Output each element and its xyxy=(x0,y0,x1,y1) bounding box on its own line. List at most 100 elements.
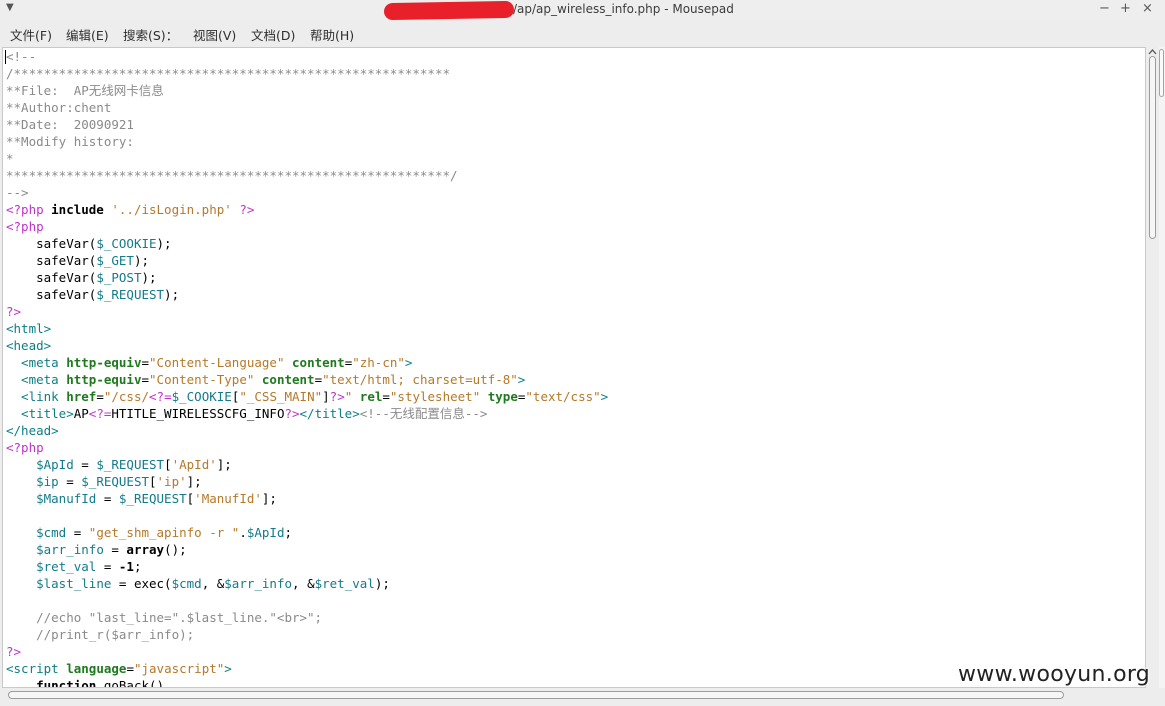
code-token: **File: AP无线网卡信息 xyxy=(6,83,164,98)
code-token: ); xyxy=(164,287,180,302)
code-line: **Modify history: xyxy=(6,133,608,150)
code-token: = xyxy=(96,389,104,404)
code-line: safeVar($_COOKIE); xyxy=(6,235,608,252)
horizontal-scrollbar[interactable] xyxy=(2,688,1146,702)
code-token: '../isLogin.php' xyxy=(111,202,232,217)
code-token: ); xyxy=(133,253,150,268)
horizontal-scroll-thumb[interactable] xyxy=(8,691,1064,699)
code-token: <?= xyxy=(149,389,172,404)
code-token: **Author:chent xyxy=(6,100,112,115)
code-token: AP xyxy=(73,406,89,421)
code-token: = xyxy=(66,525,89,540)
side-scroll-thumb[interactable] xyxy=(1159,49,1164,97)
code-token: $ret_val xyxy=(36,559,97,574)
code-token: $ip xyxy=(36,474,59,489)
code-token: ?> xyxy=(6,644,22,659)
code-token: = xyxy=(96,559,119,574)
code-token: = xyxy=(58,474,82,489)
code-token: content xyxy=(292,355,345,370)
code-token: $cmd xyxy=(171,576,202,591)
code-token: ?> xyxy=(329,389,345,404)
minimize-button[interactable]: − xyxy=(1099,1,1110,16)
code-token: ); xyxy=(374,576,390,591)
code-token: $arr_info xyxy=(36,542,104,557)
code-token: array xyxy=(126,542,165,557)
code-token: > xyxy=(600,389,609,404)
code-token: = xyxy=(103,542,127,557)
code-line: $ip = $_REQUEST['ip']; xyxy=(6,473,608,490)
code-token: = xyxy=(73,457,97,472)
code-token: <!--无线配置信息--> xyxy=(359,406,488,421)
code-token: ; xyxy=(133,559,142,574)
code-token: http-equiv xyxy=(66,372,142,387)
code-token: <script xyxy=(6,661,67,676)
vertical-scrollbar[interactable] xyxy=(1146,47,1159,688)
menu-view[interactable]: 视图(V) xyxy=(193,25,236,44)
code-token: goBack() xyxy=(96,678,165,688)
code-line: /***************************************… xyxy=(6,65,608,82)
code-token: <meta xyxy=(6,355,67,370)
title-bar: ▼ /ap/ap_wireless_info.php - Mousepad − … xyxy=(0,0,1165,21)
code-token: $_REQUEST xyxy=(118,491,187,506)
code-token: type xyxy=(487,389,518,404)
close-button[interactable]: × xyxy=(1142,1,1153,16)
code-line: $ret_val = -1; xyxy=(6,558,608,575)
code-token: $arr_info xyxy=(224,576,293,591)
code-token: 'ip' xyxy=(156,474,187,489)
scroll-up-icon[interactable] xyxy=(1147,48,1158,56)
code-token: <html> xyxy=(6,321,52,336)
code-token: $_POST xyxy=(96,270,142,285)
code-line: $ApId = $_REQUEST['ApId']; xyxy=(6,456,608,473)
code-token: <?php xyxy=(6,202,52,217)
code-line: $ManufId = $_REQUEST['ManufId']; xyxy=(6,490,608,507)
menu-edit[interactable]: 编辑(E) xyxy=(66,25,109,44)
code-token: = exec( xyxy=(111,576,172,591)
code-token: $_REQUEST xyxy=(81,474,149,489)
code-token: function xyxy=(36,678,97,688)
code-token: $cmd xyxy=(36,525,67,540)
menu-file[interactable]: 文件(F) xyxy=(10,25,52,44)
menu-document[interactable]: 文档(D) xyxy=(251,25,295,44)
code-token: </title> xyxy=(299,406,360,421)
code-token: $_COOKIE xyxy=(96,236,157,251)
code-token: > xyxy=(517,372,526,387)
code-line: <script language="javascript"> xyxy=(6,660,608,677)
code-line: <?php xyxy=(6,218,608,235)
code-token: [ xyxy=(164,457,172,472)
window-menu-icon[interactable]: ▼ xyxy=(6,2,14,13)
code-line: </head> xyxy=(6,422,608,439)
code-line: $arr_info = array(); xyxy=(6,541,608,558)
code-editor[interactable]: <!-- /***********************************… xyxy=(2,47,1146,688)
menu-help[interactable]: 帮助(H) xyxy=(310,25,354,44)
code-line: <?php xyxy=(6,439,608,456)
code-token: [ xyxy=(149,474,157,489)
code-line: --> xyxy=(6,184,608,201)
code-token: = xyxy=(382,389,390,404)
code-token: = xyxy=(141,372,150,387)
code-line: **File: AP无线网卡信息 xyxy=(6,82,608,99)
code-token: rel xyxy=(359,389,383,404)
vertical-scroll-thumb[interactable] xyxy=(1149,56,1156,239)
code-line: ****************************************… xyxy=(6,167,608,184)
maximize-button[interactable]: + xyxy=(1120,1,1131,16)
code-token: $_GET xyxy=(96,253,134,268)
side-scrollbar[interactable] xyxy=(1159,47,1165,688)
code-text: <!-- /***********************************… xyxy=(6,48,609,688)
code-token: safeVar( xyxy=(6,236,97,251)
code-token: = xyxy=(314,372,323,387)
code-token: > xyxy=(404,355,413,370)
code-token: href xyxy=(66,389,97,404)
window-title: /ap/ap_wireless_info.php - Mousepad xyxy=(513,2,734,16)
code-line: safeVar($_REQUEST); xyxy=(6,286,608,303)
menu-search[interactable]: 搜索(S)： xyxy=(123,25,178,44)
code-token: "text/css" xyxy=(525,389,601,404)
code-token: ?> xyxy=(284,406,300,421)
